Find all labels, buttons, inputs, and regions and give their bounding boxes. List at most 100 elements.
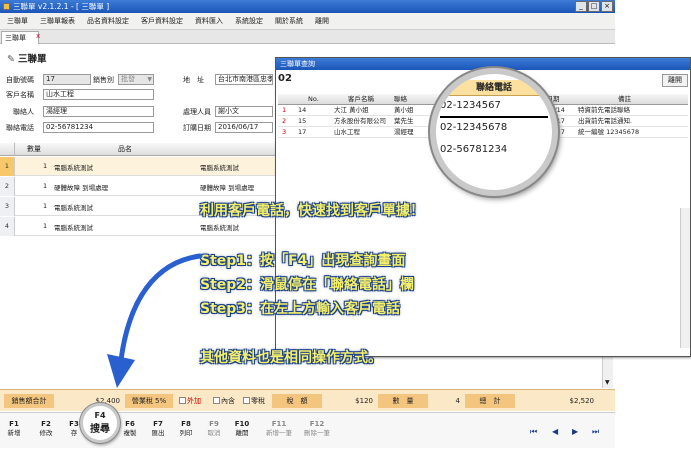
scroll-down-icon[interactable]: ▼	[605, 379, 610, 386]
sales-type-select[interactable]: 批發 ▼	[118, 74, 154, 85]
tax-option-included[interactable]: 內含	[213, 394, 235, 408]
col-customer[interactable]: 客戶名稱	[348, 94, 374, 105]
row-contact: 葉先生	[394, 117, 414, 125]
query-leave-button[interactable]: 離開	[662, 74, 688, 87]
row-name-2: 電腦系統測試	[200, 164, 239, 172]
menu-bar: 三聯單 三聯單報表 品名資料設定 客戶資料設定 資料匯入 系統設定 關於系統 離…	[0, 13, 615, 30]
col-contact[interactable]: 聯絡	[394, 94, 407, 105]
row-name-2: 硬體故障 到場處理	[200, 184, 255, 192]
table-row[interactable]: 2 1 硬體故障 到場處理 硬體故障 到場處理	[0, 177, 275, 196]
callout-line-1: 利用客戶電話，快速找到客戶單據！	[200, 203, 424, 219]
quantity-label: 數 量	[378, 394, 428, 408]
next-record-icon[interactable]: ▶	[572, 427, 578, 436]
order-date-label: 訂購日期	[183, 124, 211, 132]
row-customer: 山水工程	[334, 128, 360, 136]
fkey-label: 刪除一筆	[304, 429, 330, 437]
sales-total-label: 銷售額合計	[4, 394, 54, 408]
grid-corner	[0, 143, 15, 156]
app-icon	[3, 3, 10, 10]
maximize-button[interactable]: □	[588, 1, 600, 12]
f10-exit-button[interactable]: F10 離開	[230, 420, 254, 438]
f12-delete-row-button[interactable]: F12 刪除一筆	[300, 420, 334, 438]
f11-add-row-button[interactable]: F11 新增一筆	[262, 420, 296, 438]
fkey-label: 複製	[123, 429, 137, 437]
f2-edit-button[interactable]: F2 修改	[34, 420, 58, 438]
col-no[interactable]: No.	[308, 94, 319, 105]
sales-type-value: 批發	[121, 75, 135, 83]
row-number: 3	[0, 197, 15, 216]
row-name: 電腦系統測試	[54, 224, 93, 232]
fkey-code: F2	[41, 420, 51, 428]
contact-field[interactable]: 湯經理	[43, 106, 154, 117]
fkey-label: 新增	[7, 429, 21, 437]
menu-item-exit[interactable]: 離開	[315, 13, 329, 29]
fkey-label: 取消	[207, 429, 221, 437]
f4-search-button-highlight[interactable]: F4 搜尋	[80, 403, 120, 443]
grid-header-name[interactable]: 品名	[118, 143, 132, 156]
tax-option-zero-label: 零稅	[251, 397, 265, 405]
menu-item-import[interactable]: 資料匯入	[195, 13, 223, 29]
f8-print-button[interactable]: F8 列印	[174, 420, 198, 438]
tab-invoice[interactable]: 三聯單	[1, 31, 39, 44]
first-record-icon[interactable]: ⏮	[530, 427, 537, 437]
row-name: 硬體故障 到場處理	[54, 184, 109, 192]
fkey-label: 列印	[179, 429, 193, 437]
prev-record-icon[interactable]: ◀	[552, 427, 558, 436]
tax-rate-label: 營業稅 5%	[125, 394, 173, 408]
menu-item-invoice-report[interactable]: 三聯單報表	[40, 13, 75, 29]
table-row[interactable]: 1 1 電腦系統測試 電腦系統測試	[0, 157, 275, 176]
row-name: 電腦系統測試	[54, 204, 93, 212]
row-note: 出貨前先電話通知.	[578, 117, 633, 125]
address-field[interactable]: 台北市南港區忠孝	[215, 74, 273, 85]
f7-export-button[interactable]: F7 匯出	[146, 420, 170, 438]
menu-item-system-settings[interactable]: 系統設定	[235, 13, 263, 29]
row-customer: 方永股份有限公司	[334, 117, 386, 125]
order-date-field[interactable]: 2016/06/17	[215, 122, 273, 133]
menu-item-invoice[interactable]: 三聯單	[7, 13, 28, 29]
customer-label: 客戶名稱	[6, 91, 34, 99]
tax-option-zero[interactable]: 零稅	[243, 394, 265, 408]
query-scrollbar[interactable]	[680, 208, 690, 348]
row-no: 15	[298, 117, 307, 125]
fkey-label: 匯出	[151, 429, 165, 437]
row-qty: 1	[43, 222, 48, 230]
magnifier-phone-3: 02-56781234	[440, 144, 508, 155]
callout-line-5: 其他資料也是相同操作方式。	[200, 350, 382, 366]
row-contact: 湯經理	[394, 128, 414, 136]
grid-header-qty[interactable]: 數量	[27, 143, 41, 156]
tax-option-extra[interactable]: 外加	[179, 394, 201, 408]
menu-item-about[interactable]: 關於系統	[275, 13, 303, 29]
pencil-icon: ✎	[7, 54, 15, 65]
magnifier-cursor-bar	[440, 116, 548, 118]
query-search-input[interactable]: 02	[278, 73, 292, 84]
close-button[interactable]: ×	[601, 1, 613, 12]
row-select: 2	[282, 117, 287, 125]
minimize-button[interactable]: _	[575, 1, 587, 12]
row-number: 2	[0, 177, 15, 196]
grid-header: 數量 品名	[0, 143, 275, 156]
fkey-code: F7	[153, 420, 163, 428]
f6-copy-button[interactable]: F6 複製	[118, 420, 142, 438]
fkey-label: 搜尋	[90, 424, 110, 435]
callout-step-2: Step2：滑鼠停在「聯絡電話」欄	[200, 277, 415, 293]
tab-close-icon[interactable]: x	[36, 32, 40, 40]
tab-label: 三聯單	[5, 34, 26, 42]
col-note[interactable]: 備註	[618, 94, 631, 105]
f9-cancel-button[interactable]: F9 取消	[202, 420, 226, 438]
fkey-code: F10	[234, 420, 250, 428]
handler-field[interactable]: 謝小文	[215, 106, 273, 117]
tax-option-included-label: 內含	[221, 397, 235, 405]
auto-no-field: 17	[43, 74, 91, 85]
row-number: 1	[0, 157, 15, 176]
customer-field[interactable]: 山水工程	[43, 89, 154, 100]
window-controls: _ □ ×	[575, 1, 613, 12]
sales-type-label: 銷售別	[93, 76, 114, 84]
menu-item-customer-settings[interactable]: 客戶資料設定	[141, 13, 183, 29]
query-dialog-title: 三聯單查詢	[280, 60, 315, 68]
magnifier-phone-2: 02-12345678	[440, 122, 508, 133]
last-record-icon[interactable]: ⏭	[592, 427, 599, 437]
callout-step-1: Step1：按「F4」出現查詢畫面	[200, 253, 406, 269]
menu-item-product-settings[interactable]: 品名資料設定	[87, 13, 129, 29]
phone-field[interactable]: 02-56781234	[43, 122, 154, 133]
f1-add-button[interactable]: F1 新增	[2, 420, 26, 438]
